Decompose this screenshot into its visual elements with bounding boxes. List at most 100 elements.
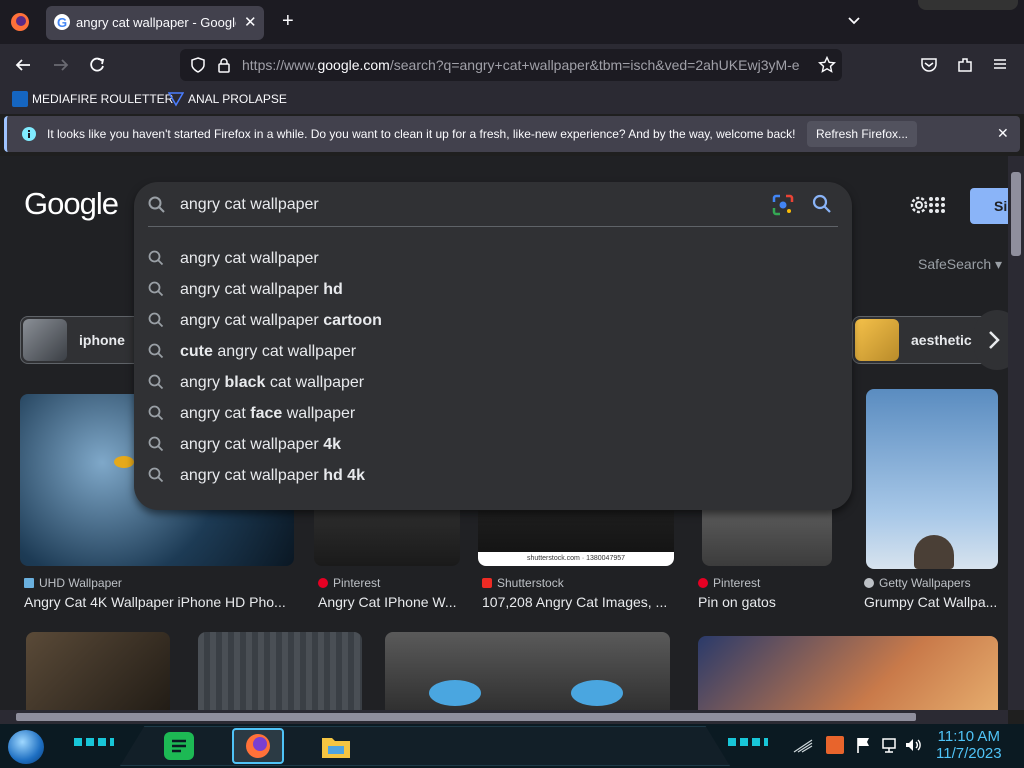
window-controls[interactable] (918, 0, 1018, 10)
suggestion-search-icon (148, 281, 164, 297)
search-icon (148, 196, 166, 214)
suggestion-item[interactable]: angry cat wallpaper 4k (134, 430, 852, 461)
reload-icon[interactable] (88, 56, 106, 74)
url-bar[interactable]: https://www.google.com/search?q=angry+ca… (180, 49, 842, 81)
result-image[interactable] (26, 632, 170, 710)
notification-bar: It looks like you haven't started Firefo… (4, 116, 1020, 152)
mediafire-icon (12, 91, 28, 107)
suggestion-search-icon (148, 250, 164, 266)
result-image[interactable] (198, 632, 362, 710)
suggestion-item[interactable]: angry cat face wallpaper (134, 399, 852, 430)
suggestion-item[interactable]: angry cat wallpaper hd 4k (134, 461, 852, 492)
notification-message: It looks like you haven't started Firefo… (47, 127, 796, 141)
chips-next-button[interactable] (974, 310, 1008, 370)
suggestion-text: angry cat face wallpaper (180, 405, 356, 422)
sign-in-button[interactable]: Si (970, 188, 1008, 224)
pocket-icon[interactable] (920, 56, 938, 74)
firefox-menu-icon[interactable] (10, 12, 30, 32)
result-source[interactable]: Getty Wallpapers (864, 576, 971, 590)
suggestion-item[interactable]: angry cat wallpaper (134, 244, 852, 275)
forward-icon[interactable] (52, 56, 70, 74)
chip-thumbnail (855, 319, 899, 361)
suggestion-search-icon (148, 312, 164, 328)
notes-app-icon[interactable] (164, 732, 194, 760)
navigation-toolbar: https://www.google.com/search?q=angry+ca… (0, 44, 1024, 86)
firefox-taskbar-button[interactable] (232, 728, 284, 764)
suggestion-text: angry black cat wallpaper (180, 374, 365, 391)
suggestion-item[interactable]: angry cat wallpaper hd (134, 275, 852, 306)
result-source[interactable]: Pinterest (698, 576, 760, 590)
result-source[interactable]: Shutterstock (482, 576, 564, 590)
safesearch-dropdown[interactable]: SafeSearch ▾ (918, 256, 1002, 273)
horizontal-scrollbar[interactable] (0, 710, 1008, 724)
list-all-tabs-icon[interactable] (846, 12, 862, 28)
suggestion-item[interactable]: cute angry cat wallpaper (134, 337, 852, 368)
result-image[interactable] (866, 389, 998, 569)
result-caption[interactable]: Angry Cat 4K Wallpaper iPhone HD Pho... (24, 594, 294, 610)
search-submit-icon[interactable] (812, 194, 832, 214)
decor-stripe (74, 738, 114, 746)
result-caption[interactable]: Grumpy Cat Wallpa... (864, 594, 998, 610)
show-desktop-icon[interactable] (792, 738, 814, 754)
file-explorer-icon[interactable] (320, 732, 352, 760)
chip-iphone[interactable]: iphone (20, 316, 150, 364)
flag-icon[interactable] (856, 736, 872, 754)
search-box[interactable]: angry cat wallpaper angry cat wallpaper … (134, 182, 852, 510)
cat-eye (429, 680, 481, 706)
shield-icon[interactable] (190, 57, 206, 73)
bookmark-mediafire[interactable]: MEDIAFIRE ROULETTER (32, 92, 173, 106)
suggestion-search-icon (148, 436, 164, 452)
scrollbar-thumb[interactable] (1011, 172, 1021, 256)
result-image[interactable] (385, 632, 670, 710)
vertical-scrollbar[interactable] (1008, 156, 1024, 710)
scrollbar-thumb[interactable] (16, 713, 916, 721)
taskbar-dock (120, 726, 730, 766)
search-input[interactable]: angry cat wallpaper (180, 196, 319, 214)
settings-gear-icon[interactable] (908, 194, 930, 216)
result-caption[interactable]: Pin on gatos (698, 594, 828, 610)
apps-grid-icon[interactable] (928, 196, 946, 214)
back-icon[interactable] (14, 56, 32, 74)
result-caption[interactable]: 107,208 Angry Cat Images, ... (482, 594, 672, 610)
suggestion-text: angry cat wallpaper 4k (180, 436, 341, 453)
google-favicon-icon: G (54, 14, 70, 30)
suggestion-item[interactable]: angry black cat wallpaper (134, 368, 852, 399)
tab-close-icon[interactable]: ✕ (244, 13, 257, 31)
refresh-firefox-button[interactable]: Refresh Firefox... (807, 121, 917, 147)
hamburger-menu-icon[interactable] (992, 56, 1008, 72)
decor-stripe (728, 738, 768, 746)
bookmark-folder-icon (168, 91, 184, 107)
google-images-page: Google SafeSearch ▾ Si iphone aesthetic … (0, 156, 1008, 710)
close-notification-icon[interactable]: ✕ (997, 125, 1009, 142)
result-image[interactable] (698, 636, 998, 710)
volume-icon[interactable] (904, 736, 922, 754)
new-tab-button[interactable]: + (282, 10, 294, 33)
suggestion-item[interactable]: angry cat wallpaper cartoon (134, 306, 852, 337)
bookmark-star-icon[interactable] (818, 56, 836, 74)
result-source[interactable]: Pinterest (318, 576, 380, 590)
suggestion-search-icon (148, 467, 164, 483)
network-icon[interactable] (880, 736, 898, 754)
result-caption[interactable]: Angry Cat IPhone W... (318, 594, 460, 610)
watermark: shutterstock.com · 1380047957 (478, 552, 674, 566)
start-button[interactable] (8, 730, 44, 764)
google-lens-icon[interactable] (772, 194, 794, 216)
tray-app-icon[interactable] (826, 736, 844, 754)
url-text[interactable]: https://www.google.com/search?q=angry+ca… (242, 57, 812, 73)
google-logo[interactable]: Google (24, 186, 119, 222)
lock-icon[interactable] (216, 57, 232, 73)
tab-active[interactable]: G angry cat wallpaper - Google Se ✕ (46, 6, 264, 40)
suggestion-search-icon (148, 343, 164, 359)
search-divider (148, 226, 838, 227)
suggestion-text: angry cat wallpaper hd (180, 281, 343, 298)
cat-eye (114, 456, 134, 468)
tab-bar: G angry cat wallpaper - Google Se ✕ + (0, 0, 1024, 44)
clock-time: 11:10 AM (937, 728, 1000, 745)
system-clock[interactable]: 11:10 AM 11/7/2023 (936, 728, 1002, 762)
chip-aesthetic[interactable]: aesthetic (852, 316, 992, 364)
bookmark-second[interactable]: ANAL PROLAPSE (188, 92, 287, 106)
suggestion-search-icon (148, 374, 164, 390)
suggestion-text: angry cat wallpaper cartoon (180, 312, 382, 329)
result-source[interactable]: UHD Wallpaper (24, 576, 122, 590)
extensions-icon[interactable] (956, 56, 974, 74)
